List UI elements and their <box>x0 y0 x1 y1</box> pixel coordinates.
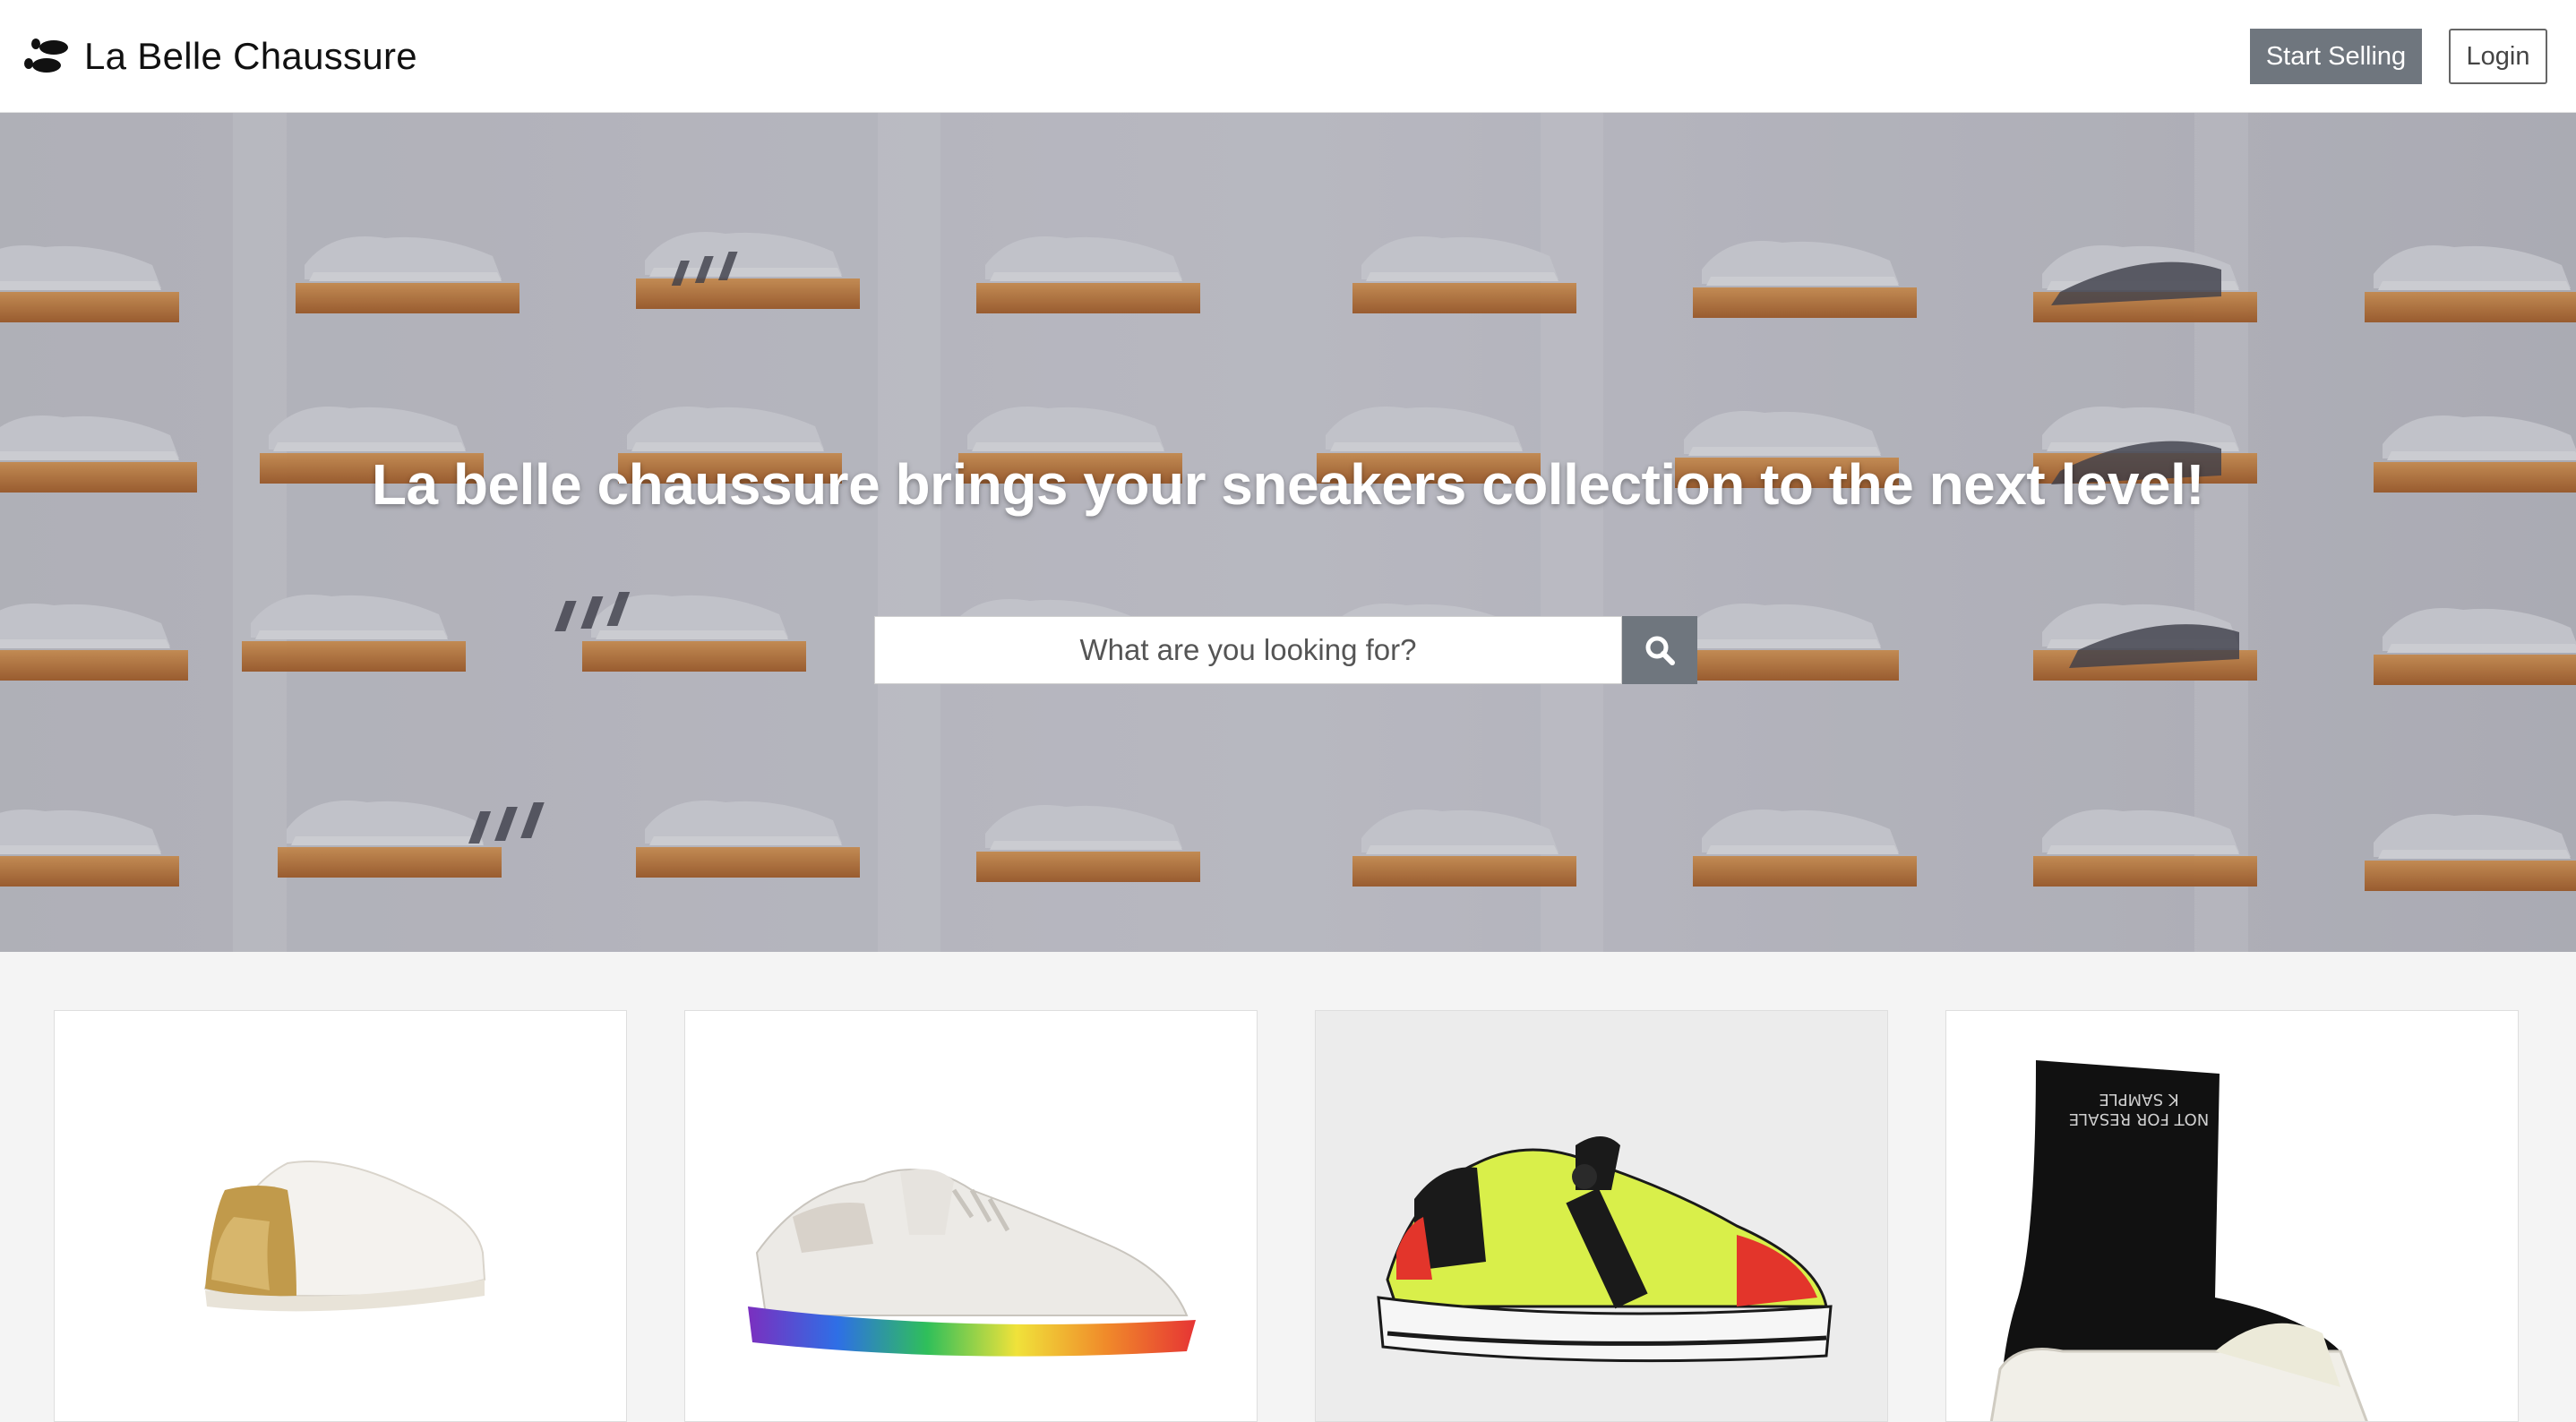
footprints-icon <box>24 39 68 73</box>
search-button[interactable] <box>1622 616 1697 684</box>
product-card[interactable] <box>684 1010 1258 1422</box>
rainbow-sneaker-image <box>685 1011 1257 1421</box>
search-field <box>874 616 1622 684</box>
black-sock-sneaker-image: NOT FOR RESALE K SAMPLE <box>1946 1011 2518 1421</box>
brand-name: La Belle Chaussure <box>84 35 417 77</box>
neon-pump-sneaker-image <box>1316 1011 1887 1421</box>
svg-text:K SAMPLE: K SAMPLE <box>2099 1090 2178 1109</box>
product-card[interactable] <box>1315 1010 1888 1422</box>
top-navbar: La Belle Chaussure Start Selling Login <box>0 0 2576 113</box>
hero-title: La belle chaussure brings your sneakers … <box>371 452 2205 517</box>
product-card[interactable] <box>54 1010 627 1422</box>
brand-link[interactable]: La Belle Chaussure <box>23 29 417 84</box>
svg-text:NOT FOR RESALE: NOT FOR RESALE <box>2069 1109 2209 1128</box>
search-icon <box>1645 636 1675 665</box>
product-card[interactable]: NOT FOR RESALE K SAMPLE <box>1945 1010 2519 1422</box>
start-selling-button[interactable]: Start Selling <box>2250 29 2422 84</box>
search-input[interactable] <box>875 617 1621 683</box>
hero-overlay <box>0 113 2576 952</box>
login-button[interactable]: Login <box>2449 29 2547 84</box>
hero-banner: La belle chaussure brings your sneakers … <box>0 113 2576 952</box>
gold-white-sneaker-image <box>55 1011 626 1421</box>
